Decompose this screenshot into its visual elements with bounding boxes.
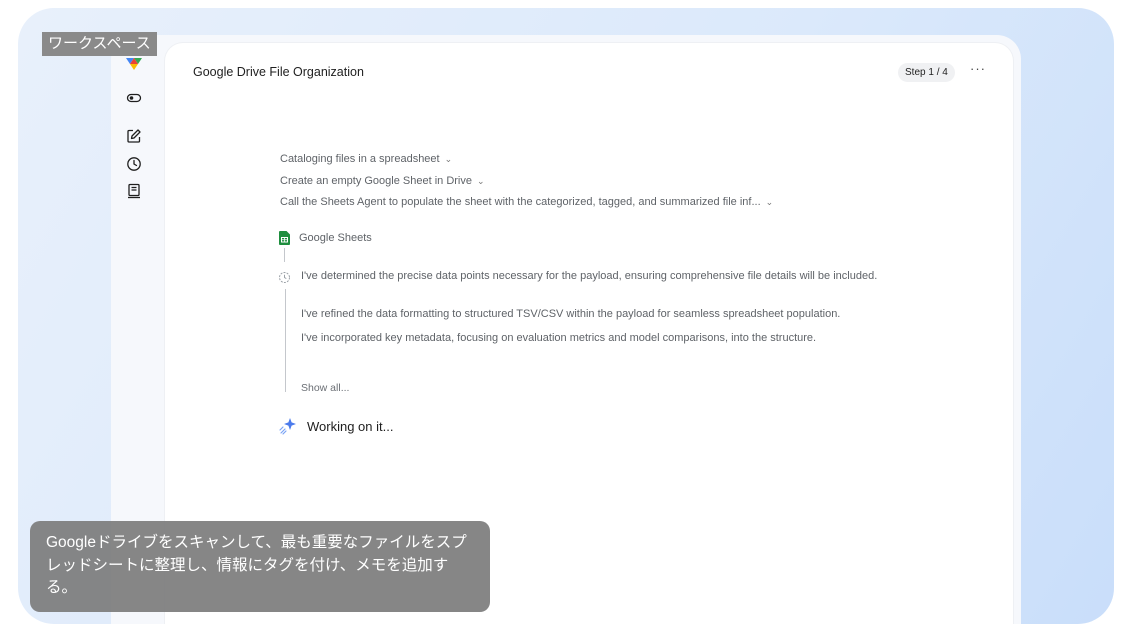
- step-item[interactable]: Cataloging files in a spreadsheet ⌄: [280, 153, 452, 165]
- chevron-down-icon: ⌄: [444, 154, 453, 164]
- tool-row: Google Sheets: [279, 231, 372, 245]
- google-logo-icon[interactable]: [124, 53, 144, 73]
- thought-text: I've refined the data formatting to stru…: [301, 308, 841, 320]
- thought-text: I've incorporated key metadata, focusing…: [301, 332, 817, 344]
- step-label: Cataloging files in a spreadsheet: [280, 153, 440, 165]
- tool-name: Google Sheets: [299, 232, 372, 244]
- sparkle-icon: [279, 418, 296, 435]
- working-label: Working on it...: [307, 418, 394, 434]
- step-item[interactable]: Create an empty Google Sheet in Drive ⌄: [280, 175, 485, 187]
- step-badge: Step 1 / 4: [898, 63, 955, 82]
- chevron-down-icon: ⌄: [765, 197, 774, 207]
- history-icon[interactable]: [124, 154, 144, 174]
- thought-text: I've determined the precise data points …: [301, 270, 878, 282]
- google-sheets-icon: [279, 231, 290, 245]
- working-status: Working on it...: [279, 417, 393, 435]
- workspace-tag: ワークスペース: [42, 32, 157, 56]
- step-label: Call the Sheets Agent to populate the sh…: [280, 196, 761, 208]
- step-item[interactable]: Call the Sheets Agent to populate the sh…: [280, 196, 773, 208]
- notes-icon[interactable]: [124, 181, 144, 201]
- chevron-down-icon: ⌄: [477, 176, 485, 186]
- timeline-line: [285, 289, 286, 392]
- more-options-button[interactable]: ···: [970, 61, 986, 76]
- clock-icon: [278, 271, 291, 289]
- toggle-icon[interactable]: [124, 88, 144, 108]
- caption-overlay: Googleドライブをスキャンして、最も重要なファイルをスプレッドシートに整理し…: [30, 521, 490, 612]
- timeline-line: [284, 248, 285, 262]
- edit-icon[interactable]: [124, 126, 144, 146]
- show-all-link[interactable]: Show all...: [301, 382, 349, 394]
- page-title: Google Drive File Organization: [193, 65, 364, 79]
- step-label: Create an empty Google Sheet in Drive: [280, 175, 472, 187]
